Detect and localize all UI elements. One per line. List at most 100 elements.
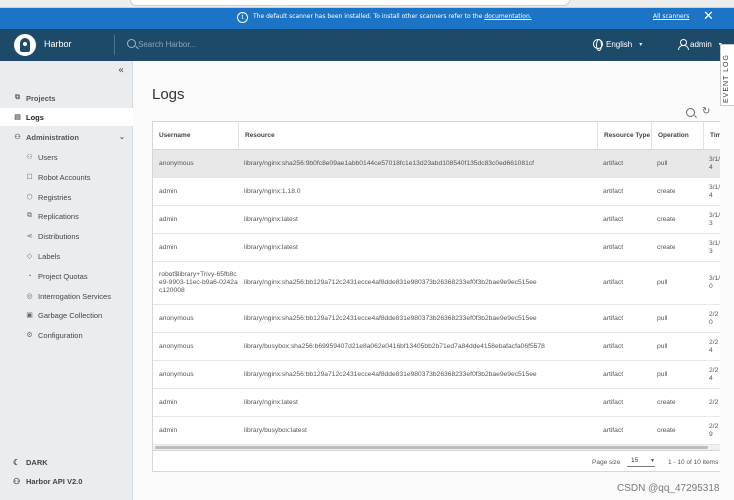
dark-theme-label: DARK xyxy=(26,457,48,467)
table-row[interactable]: admin library/nginx:latest artifact create 3… xyxy=(153,206,720,234)
cell-text: create xyxy=(657,398,676,406)
table-row[interactable]: anonymous library/nginx:sha256:9b0fc8e09a… xyxy=(153,150,720,178)
cell-text: library/nginx:latest xyxy=(244,215,298,223)
search-icon[interactable] xyxy=(686,108,695,117)
sidebar-item-configuration[interactable]: ⚙ Configuration xyxy=(0,326,133,344)
cell-resource: library/nginx:latest xyxy=(238,389,597,416)
cell-operation: create xyxy=(651,206,703,233)
scrollbar-thumb[interactable] xyxy=(155,446,708,449)
cell-text: artifact xyxy=(603,279,624,286)
cell-username: anonymous xyxy=(153,361,238,388)
cell-text: artifact xyxy=(603,398,624,406)
column-header-username[interactable]: Username xyxy=(153,122,238,150)
cell-type: artifact xyxy=(597,333,651,360)
cell-time: 2/2 9:11 xyxy=(703,389,720,416)
cell-username: anonymous xyxy=(153,150,238,177)
cell-text: artifact xyxy=(603,243,624,251)
brand-name[interactable]: Harbor xyxy=(44,39,72,49)
column-header-resource[interactable]: Resource xyxy=(238,122,597,150)
sidebar-item-label: Registries xyxy=(38,192,72,202)
datagrid-header: Username Resource Resource Type Operatio… xyxy=(153,122,720,150)
sidebar-item-distributions[interactable]: ⋖ Distributions xyxy=(0,227,133,245)
cell-text: anonymous xyxy=(159,370,194,378)
cell-text: artifact xyxy=(603,215,624,223)
cell-operation: pull xyxy=(651,262,703,304)
garbage-icon: ▣ xyxy=(26,312,33,319)
event-log-label: EVENT LOG xyxy=(723,54,730,103)
cell-time: 3/1/ 10:0 xyxy=(703,262,720,304)
close-icon[interactable]: ✕ xyxy=(703,10,714,24)
dark-theme-toggle[interactable]: ☾ DARK xyxy=(0,454,133,470)
harbor-logo-icon[interactable] xyxy=(14,34,36,56)
sidebar-item-label: Labels xyxy=(38,251,61,261)
sidebar-item-registries[interactable]: ⬡ Registries xyxy=(0,188,133,206)
table-row[interactable]: anonymous library/nginx:sha256:bb129a712c… xyxy=(153,305,720,333)
cell-text: anonymous xyxy=(159,314,194,322)
cell-text: admin xyxy=(159,187,178,195)
cell-text: pull xyxy=(657,279,668,286)
sidebar-item-garbage-collection[interactable]: ▣ Garbage Collection xyxy=(0,306,133,324)
refresh-icon[interactable]: ↻ xyxy=(702,107,710,117)
sidebar-item-label: Users xyxy=(38,152,58,162)
sidebar-item-label: Replications xyxy=(38,211,79,221)
sidebar-item-labels[interactable]: ◇ Labels xyxy=(0,247,133,265)
sidebar-item-label: Interrogation Services xyxy=(38,291,111,301)
harbor-api-link[interactable]: ⚇ Harbor API V2.0 xyxy=(0,473,133,489)
page-size-label: Page size xyxy=(592,459,621,466)
browser-url-bar[interactable] xyxy=(130,0,570,6)
global-search-input[interactable] xyxy=(138,37,298,51)
datagrid-footer: Page size 15 ▼ 1 - 10 of 10 items xyxy=(153,450,720,471)
interrogation-icon: ◎ xyxy=(26,293,33,300)
cell-text: library/nginx:sha256:9b0fc8e09ae1abb0144… xyxy=(244,159,535,167)
sidebar-item-label: Project Quotas xyxy=(38,271,88,281)
cell-text: create xyxy=(657,215,676,223)
cell-text: library/nginx:sha256:bb129a712c2431ecce4… xyxy=(244,279,537,286)
cell-type: artifact xyxy=(597,206,651,233)
info-icon: i xyxy=(237,12,248,23)
cell-resource: library/nginx:1.18.0 xyxy=(238,178,597,205)
watermark: CSDN @qq_47295318 xyxy=(617,483,720,494)
sidebar-item-interrogation-services[interactable]: ◎ Interrogation Services xyxy=(0,287,133,305)
header-divider xyxy=(114,35,115,55)
table-row[interactable]: admin library/nginx:latest artifact create 3… xyxy=(153,234,720,262)
table-row[interactable]: anonymous library/busybox:sha256:b6995940… xyxy=(153,333,720,361)
user-name: admin xyxy=(690,39,712,49)
documentation-link[interactable]: documentation. xyxy=(484,13,531,20)
language-label: English xyxy=(606,39,633,49)
table-row[interactable]: admin library/nginx:1.18.0 artifact create 3… xyxy=(153,178,720,206)
cell-text: artifact xyxy=(603,342,624,350)
cell-resource: library/busybox:sha256:b69959407d21e8a06… xyxy=(238,333,597,360)
column-header-time[interactable]: Tim xyxy=(703,122,720,150)
column-header-operation[interactable]: Operation xyxy=(651,122,703,150)
cell-type: artifact xyxy=(597,389,651,416)
table-row[interactable]: anonymous library/nginx:sha256:bb129a712c… xyxy=(153,361,720,389)
table-row[interactable]: robot$library+Trivy-65fb8ce9-9903-11ec-b… xyxy=(153,262,720,305)
sidebar-item-label: Projects xyxy=(26,93,56,103)
table-row[interactable]: admin library/busybox:latest artifact creat… xyxy=(153,417,720,445)
collapse-sidebar-icon[interactable]: « xyxy=(118,65,124,76)
sidebar-item-administration[interactable]: ⚇ Administration ⌄ xyxy=(0,128,133,146)
cell-text: pull xyxy=(657,314,668,322)
harbor-api-label: Harbor API V2.0 xyxy=(26,476,83,486)
page-size-select[interactable]: 15 ▼ xyxy=(627,456,655,467)
chevron-down-icon: ▾ xyxy=(639,41,643,48)
sidebar-item-logs[interactable]: ▤ Logs xyxy=(0,108,133,126)
cell-operation: pull xyxy=(651,333,703,360)
column-header-resource-type[interactable]: Resource Type xyxy=(597,122,651,150)
cell-username: anonymous xyxy=(153,305,238,332)
language-selector[interactable]: English ▾ xyxy=(593,39,643,51)
table-row[interactable]: admin library/nginx:latest artifact create 2… xyxy=(153,389,720,417)
user-menu[interactable]: admin ▾ xyxy=(678,39,722,50)
sidebar-item-robot-accounts[interactable]: ☐ Robot Accounts xyxy=(0,168,133,186)
sidebar-item-users[interactable]: ⚇ Users xyxy=(0,148,133,166)
sidebar-item-projects[interactable]: ⧉ Projects xyxy=(0,89,133,107)
all-scanners-link[interactable]: All scanners xyxy=(653,13,689,20)
sidebar-item-project-quotas[interactable]: ◔ Project Quotas xyxy=(0,267,133,285)
pagination-range: 1 - 10 of 10 items xyxy=(668,459,719,466)
logs-datagrid: Username Resource Resource Type Operatio… xyxy=(152,121,720,472)
sidebar-item-replications[interactable]: ⧉ Replications xyxy=(0,207,133,225)
event-log-tab[interactable]: EVENT LOG xyxy=(720,44,734,106)
cell-text: 2/2 9:11 xyxy=(709,398,720,406)
cell-text: artifact xyxy=(603,187,624,195)
cell-text: library/nginx:latest xyxy=(244,398,298,406)
